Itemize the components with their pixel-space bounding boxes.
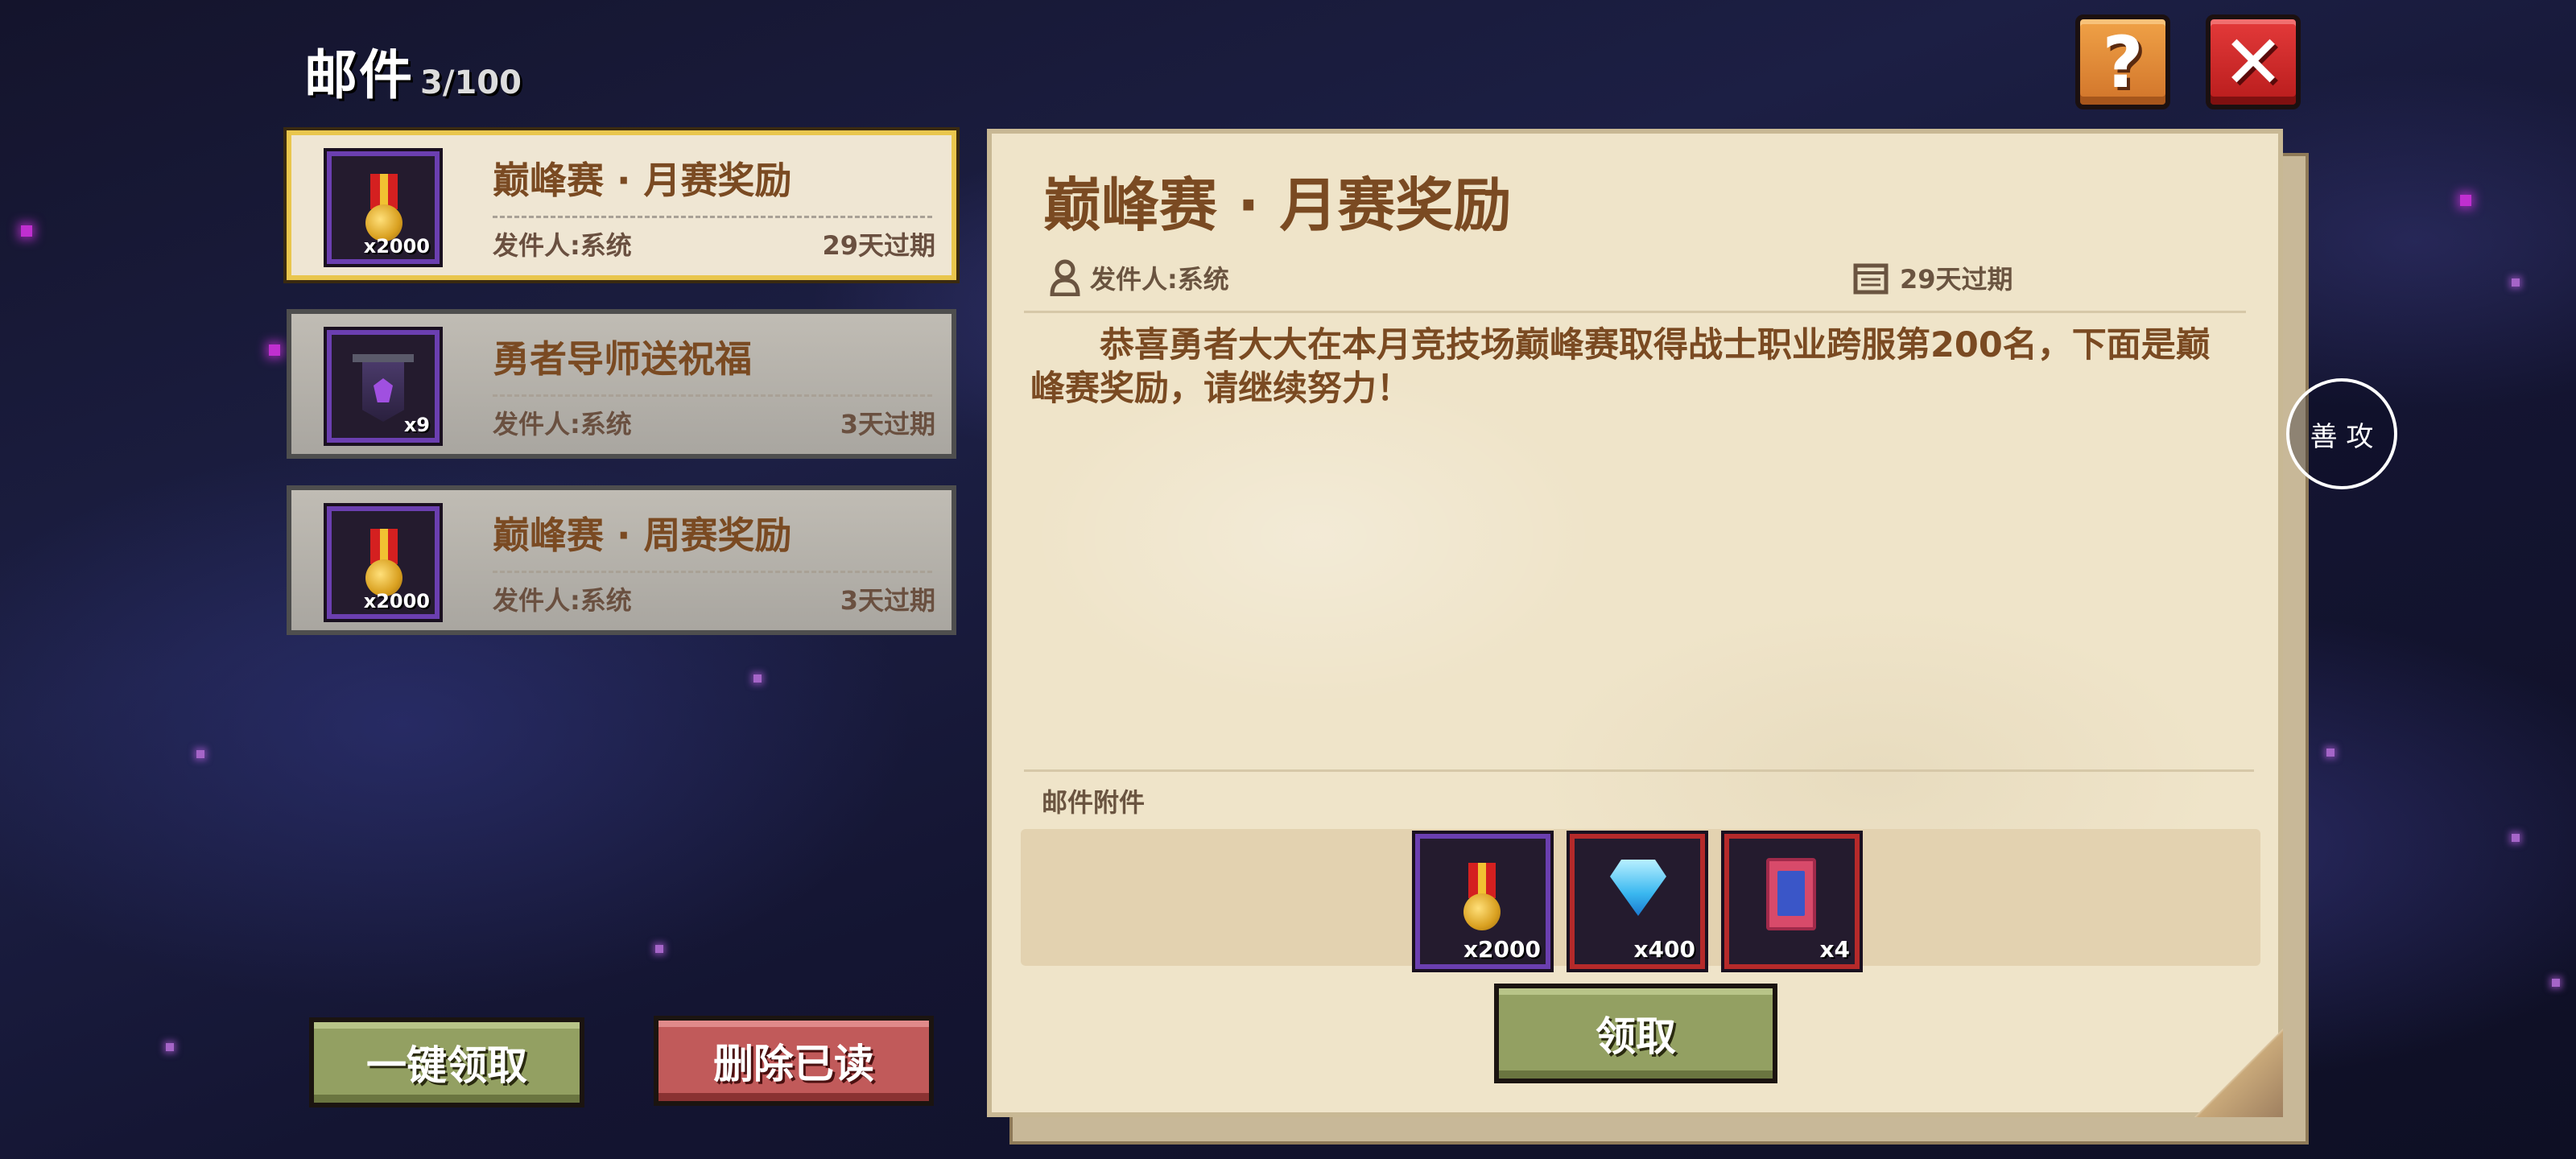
attachment-item[interactable]: x2000 xyxy=(1415,834,1550,969)
mail-count: 3/100 xyxy=(420,64,522,101)
star-decoration xyxy=(655,945,663,953)
divider xyxy=(493,216,932,218)
mail-item-icon-box: x2000 xyxy=(327,506,440,619)
page-title: 邮件 3/100 xyxy=(304,32,522,109)
mail-detail-panel: 巅峰赛 · 月赛奖励 发件人:系统 29天过期 恭喜勇者大大在本月竞技场巅峰赛取… xyxy=(987,129,2283,1117)
star-decoration xyxy=(2552,979,2560,987)
star-decoration xyxy=(2512,278,2520,287)
mail-detail-expire-text: 29天过期 xyxy=(1900,264,2013,295)
attachment-item[interactable]: x400 xyxy=(1570,834,1705,969)
mail-detail-title: 巅峰赛 · 月赛奖励 xyxy=(1043,171,1512,239)
item-quantity: x9 xyxy=(403,414,430,436)
mail-item-expire: 3天过期 xyxy=(840,585,935,616)
star-decoration xyxy=(21,225,32,237)
mail-item-sender: 发件人:系统 xyxy=(493,585,632,616)
divider xyxy=(1024,769,2254,772)
side-floating-button[interactable]: 善 攻 xyxy=(2286,378,2397,489)
close-button[interactable]: ✕ xyxy=(2206,14,2301,109)
star-decoration xyxy=(269,344,280,356)
mail-list-item[interactable]: x9 勇者导师送祝福 发件人:系统 3天过期 xyxy=(287,309,956,459)
divider xyxy=(493,571,932,573)
mail-body-text: 恭喜勇者大大在本月竞技场巅峰赛取得战士职业跨服第200名，下面是巅峰赛奖励，请继… xyxy=(1030,325,2211,409)
medal-icon xyxy=(1462,863,1502,935)
mail-detail-sender-text: 发件人:系统 xyxy=(1090,264,1229,295)
mail-item-icon-box: x2000 xyxy=(327,151,440,264)
mail-item-icon-box: x9 xyxy=(327,330,440,443)
mail-item-expire: 3天过期 xyxy=(840,409,935,439)
close-x-icon: ✕ xyxy=(2222,19,2285,105)
attachment-item[interactable]: x4 xyxy=(1724,834,1860,969)
star-decoration xyxy=(166,1043,174,1051)
delete-read-button[interactable]: 删除已读 xyxy=(654,1016,934,1106)
mail-item-sender: 发件人:系统 xyxy=(493,409,632,439)
mail-list-item[interactable]: x2000 巅峰赛 · 月赛奖励 发件人:系统 29天过期 xyxy=(287,130,956,280)
help-button[interactable]: ? xyxy=(2075,14,2170,109)
mail-item-sender: 发件人:系统 xyxy=(493,230,632,261)
card-icon xyxy=(1766,858,1816,930)
mail-item-expire: 29天过期 xyxy=(822,230,935,261)
page-curl-decoration xyxy=(2194,1029,2283,1117)
star-decoration xyxy=(753,674,762,683)
divider xyxy=(493,394,932,397)
item-quantity: x2000 xyxy=(1463,936,1541,963)
item-quantity: x400 xyxy=(1633,936,1695,963)
star-decoration xyxy=(2512,834,2520,842)
divider xyxy=(1024,311,2246,313)
mail-item-title: 勇者导师送祝福 xyxy=(493,337,752,381)
item-quantity: x2000 xyxy=(363,590,430,612)
mail-detail-sender: 发件人:系统 xyxy=(1050,259,1229,296)
claim-all-button[interactable]: 一键领取 xyxy=(309,1017,584,1107)
claim-button[interactable]: 领取 xyxy=(1494,984,1777,1083)
diamond-icon xyxy=(1610,860,1666,916)
attachments-label: 邮件附件 xyxy=(1042,787,1146,818)
item-quantity: x4 xyxy=(1819,936,1850,963)
item-quantity: x2000 xyxy=(363,235,430,258)
mail-item-title: 巅峰赛 · 周赛奖励 xyxy=(493,514,792,557)
question-mark-icon: ? xyxy=(2102,20,2144,104)
star-decoration xyxy=(196,750,204,758)
star-decoration xyxy=(2326,749,2334,757)
person-icon xyxy=(1050,259,1080,296)
mail-item-title: 巅峰赛 · 月赛奖励 xyxy=(493,159,792,202)
mail-list-item[interactable]: x2000 巅峰赛 · 周赛奖励 发件人:系统 3天过期 xyxy=(287,485,956,635)
mail-title-label: 邮件 xyxy=(304,44,414,106)
star-decoration xyxy=(2460,195,2471,206)
mail-detail-expire: 29天过期 xyxy=(1853,259,2013,296)
calendar-icon xyxy=(1853,263,1889,295)
